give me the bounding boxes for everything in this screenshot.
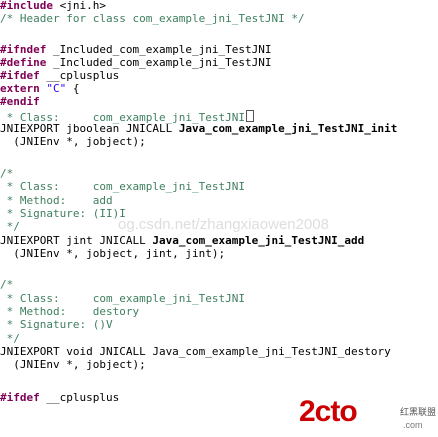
code-comment: * Signature: ()V <box>0 318 113 331</box>
code-text: <jni.h> <box>52 0 106 12</box>
code-comment: */ <box>0 220 20 233</box>
keyword: #ifdef <box>0 391 40 404</box>
keyword: #ifndef <box>0 43 47 56</box>
code-line: (JNIEnv *, jobject, jint, jint); <box>0 247 226 260</box>
code-text: _Included_com_example_jni_TestJNI <box>46 56 272 69</box>
code-line: (JNIEnv *, jobject); <box>0 358 146 371</box>
keyword: #define <box>0 56 47 69</box>
logo-url-text: .com <box>403 420 423 430</box>
keyword: #include <box>0 0 53 12</box>
code-line: (JNIEnv *, jobject); <box>0 135 146 148</box>
text-cursor-icon <box>246 110 255 122</box>
code-comment: * Class: com_example_jni_TestJNI <box>0 180 246 193</box>
keyword: extern <box>0 82 40 95</box>
code-text: { <box>66 82 80 95</box>
keyword: #endif <box>0 95 40 108</box>
watermark-text: og.csdn.net/zhangxiaowen2008 <box>118 216 329 233</box>
code-line: #endif <box>0 95 40 109</box>
code-text: __cplusplus <box>39 69 120 82</box>
function-name: Java_com_example_jni_TestJNI_add <box>152 234 365 247</box>
site-logo: 2cto 红黑联盟 .com <box>299 395 438 437</box>
logo-sub-text: 红黑联盟 <box>400 407 437 417</box>
string-literal: "C" <box>39 82 67 95</box>
function-name: Java_com_example_jni_TestJNI_init <box>178 122 398 135</box>
keyword: #ifdef <box>0 69 40 82</box>
code-text: __cplusplus <box>39 391 120 404</box>
code-comment: /* <box>0 278 14 291</box>
keyword: JNIEXPORT jboolean JNICALL <box>0 122 179 135</box>
code-line: #ifdef __cplusplus <box>0 391 120 405</box>
logo-main-text: 2cto <box>299 395 358 428</box>
code-text: _Included_com_example_jni_TestJNI <box>46 43 272 56</box>
code-text: JNIEXPORT jint JNICALL <box>0 234 153 247</box>
code-comment: /* Header for class com_example_jni_Test… <box>0 12 305 25</box>
